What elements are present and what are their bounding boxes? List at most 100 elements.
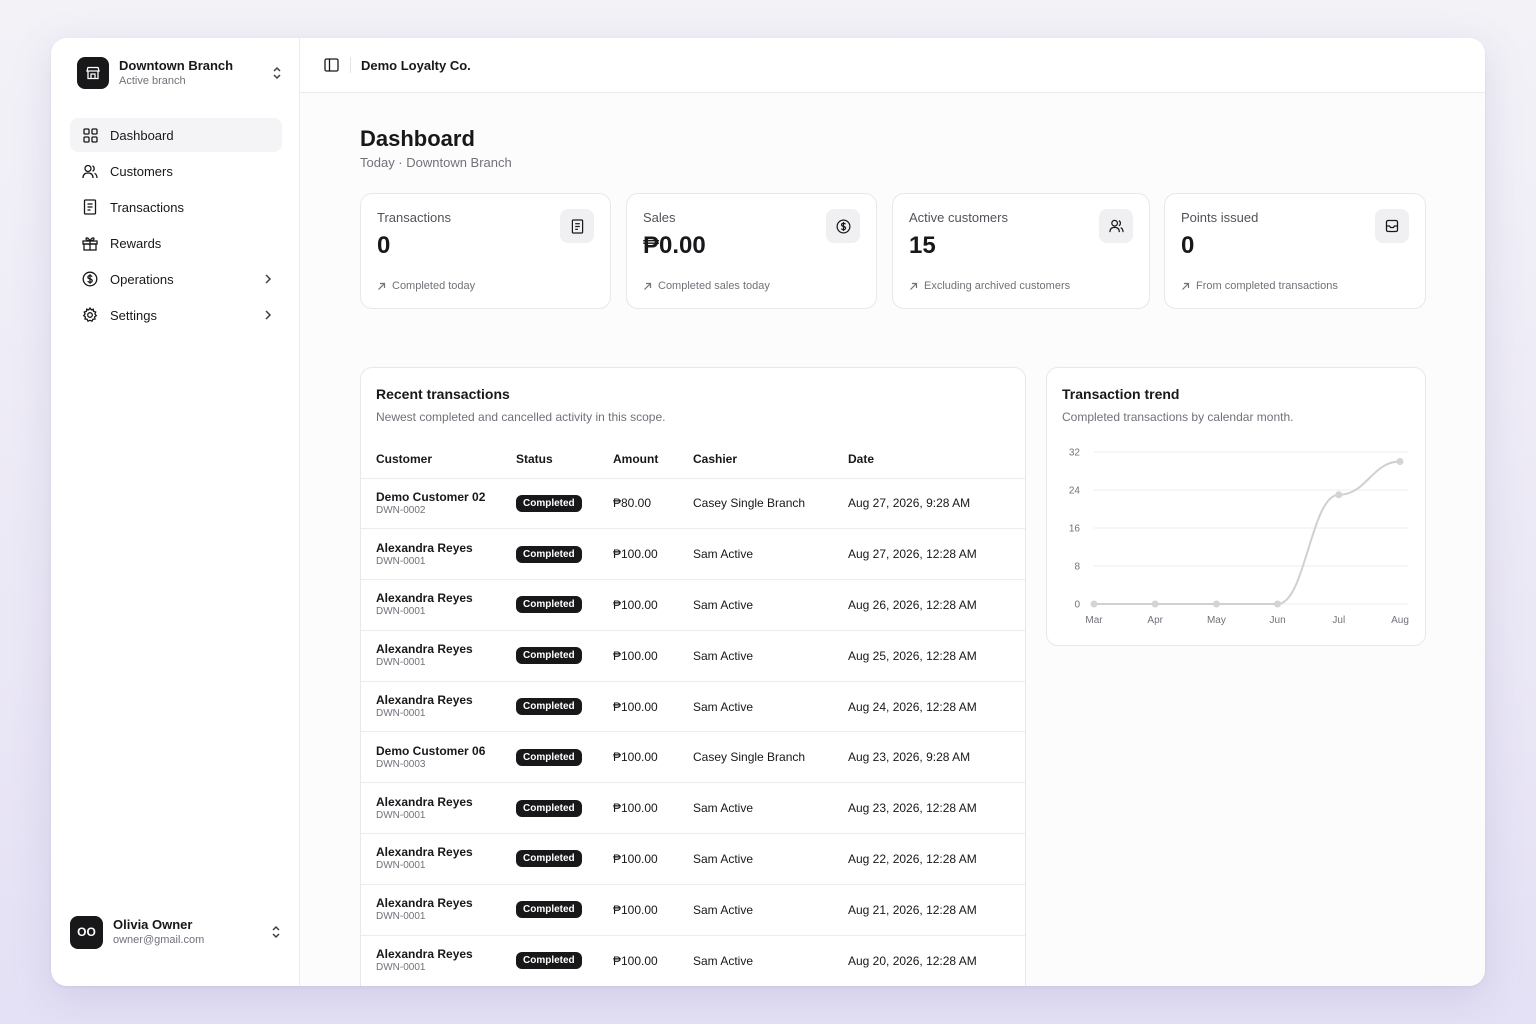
page-title: Dashboard (360, 126, 475, 151)
dollar-circle-icon (82, 271, 98, 287)
column-header: Date (848, 440, 1025, 479)
topbar: Demo Loyalty Co. (300, 38, 1485, 93)
y-tick-label: 8 (1074, 562, 1080, 573)
gift-icon (82, 235, 98, 251)
arrow-up-right-icon (643, 282, 652, 291)
table-row[interactable]: Alexandra Reyes DWN-0001 Completed ₱100.0… (361, 884, 1025, 936)
sidebar-toggle-icon[interactable] (322, 56, 340, 74)
status-badge: Completed (516, 850, 582, 868)
table-row[interactable]: Demo Customer 02 DWN-0002 Completed ₱80.0… (361, 478, 1025, 530)
sidebar-item-label: Transactions (110, 199, 184, 215)
cashier-cell: Casey Single Branch (693, 478, 848, 530)
sidebar-item-settings[interactable]: Settings (70, 298, 282, 332)
y-tick-label: 24 (1069, 486, 1081, 497)
x-tick-label: May (1207, 615, 1226, 626)
cashier-cell: Sam Active (693, 953, 754, 968)
branch-name: Downtown Branch (119, 58, 234, 73)
status-badge: Completed (516, 901, 582, 919)
table-row[interactable]: Alexandra Reyes DWN-0001 Completed ₱100.0… (361, 579, 1025, 631)
table-row[interactable]: Alexandra Reyes DWN-0001 Completed ₱100.0… (361, 681, 1025, 733)
status-badge: Completed (516, 799, 582, 817)
amount-cell: ₱100.00 (613, 731, 693, 784)
sidebar-item-customers[interactable]: Customers (70, 154, 282, 188)
sidebar: Downtown Branch Active branch Dashboard … (51, 38, 300, 986)
amount-cell: ₱100.00 (613, 681, 693, 733)
branch-switcher[interactable]: Downtown Branch Active branch (71, 56, 285, 90)
data-point (1396, 458, 1404, 465)
transactions-table: Customer Status Amount Cashier Date Demo… (361, 440, 1025, 986)
users-icon (1099, 209, 1133, 243)
customer-name: Alexandra Reyes (376, 693, 473, 708)
column-header: Status (516, 440, 613, 479)
page-subtitle: Today · Downtown Branch (360, 155, 512, 170)
table-header-row: Customer Status Amount Cashier Date (361, 440, 1025, 479)
customer-name: Demo Customer 06 (376, 743, 486, 758)
customer-id: DWN-0003 (376, 758, 426, 770)
arrow-up-right-icon (909, 282, 918, 291)
transaction-trend-card: Transaction trend Completed transactions… (1046, 367, 1426, 646)
receipt-icon (560, 209, 594, 243)
customer-id: DWN-0001 (376, 606, 426, 618)
user-name: Olivia Owner (113, 917, 193, 932)
card-subtitle: Newest completed and cancelled activity … (376, 410, 666, 424)
cashier-cell: Sam Active (693, 681, 848, 733)
chevrons-up-down-icon (269, 65, 285, 81)
status-badge: Completed (516, 596, 582, 614)
stat-foot: Completed today (392, 280, 476, 292)
chevron-right-icon (260, 307, 276, 323)
cashier-cell: Sam Active (693, 630, 848, 682)
cashier-cell: Sam Active (693, 782, 848, 835)
cashier-cell: Casey Single Branch (693, 731, 848, 784)
amount-cell: ₱100.00 (613, 884, 693, 936)
customer-name: Alexandra Reyes (376, 947, 473, 962)
customer-id: DWN-0001 (376, 860, 426, 872)
customer-id: DWN-0001 (376, 708, 426, 720)
date-cell: Aug 27, 2026, 9:28 AM (848, 478, 1025, 530)
x-tick-label: Aug (1391, 615, 1409, 626)
sidebar-item-label: Rewards (110, 235, 162, 251)
sidebar-item-label: Operations (110, 271, 174, 287)
amount-cell: ₱100.00 (613, 579, 693, 631)
status-badge: Completed (516, 698, 582, 716)
arrow-up-right-icon (377, 282, 386, 291)
customer-name: Demo Customer 02 (376, 489, 486, 504)
store-icon (77, 57, 109, 89)
user-menu[interactable]: OO Olivia Owner owner@gmail.com (70, 914, 284, 950)
series-line (1094, 460, 1401, 605)
table-row[interactable]: Demo Customer 06 DWN-0003 Completed ₱100.… (361, 731, 1025, 784)
table-row[interactable]: Alexandra Reyes DWN-0001 Completed ₱100.0… (361, 935, 1025, 986)
main-area: Demo Loyalty Co. Dashboard Today · Downt… (300, 38, 1485, 986)
x-tick-label: Jun (1270, 615, 1286, 626)
stat-foot: Completed sales today (658, 280, 770, 292)
avatar: OO (70, 915, 103, 949)
table-row[interactable]: Alexandra Reyes DWN-0001 Completed ₱100.0… (361, 630, 1025, 682)
sidebar-item-rewards[interactable]: Rewards (70, 226, 282, 260)
stat-card-points-issued: Points issued 0 From completed transacti… (1164, 193, 1426, 309)
table-row[interactable]: Alexandra Reyes DWN-0001 Completed ₱100.0… (361, 782, 1025, 835)
stat-card-active-customers: Active customers 15 Excluding archived c… (892, 193, 1150, 309)
sidebar-item-label: Settings (110, 307, 157, 323)
amount-cell: ₱100.00 (613, 833, 693, 885)
cashier-cell: Sam Active (693, 579, 848, 631)
sidebar-item-dashboard[interactable]: Dashboard (70, 118, 282, 152)
chevrons-up-down-icon (268, 924, 284, 940)
table-row[interactable]: Alexandra Reyes DWN-0001 Completed ₱100.0… (361, 833, 1025, 885)
data-point (1335, 491, 1343, 499)
customer-name: Alexandra Reyes (376, 896, 473, 911)
sidebar-item-transactions[interactable]: Transactions (70, 190, 282, 224)
amount-cell: ₱80.00 (613, 478, 693, 530)
sidebar-item-label: Customers (110, 163, 173, 179)
card-title: Recent transactions (376, 386, 510, 402)
grid-icon (82, 127, 98, 143)
trend-chart: 0 8 16 24 32 Mar Apr May Jun Jul Aug (1069, 448, 1409, 627)
sidebar-item-label: Dashboard (110, 127, 174, 143)
date-cell: Aug 25, 2026, 12:28 AM (848, 630, 1025, 682)
status-badge: Completed (516, 494, 582, 512)
sidebar-item-operations[interactable]: Operations (70, 262, 282, 296)
table-row[interactable]: Alexandra Reyes DWN-0001 Completed ₱100.0… (361, 528, 1025, 581)
status-badge: Completed (516, 647, 582, 665)
status-badge: Completed (516, 748, 582, 766)
column-header: Cashier (693, 440, 848, 479)
date-cell: Aug 23, 2026, 9:28 AM (848, 731, 1025, 784)
stats-row: Transactions 0 Completed today Sales ₱0.… (360, 193, 1426, 309)
